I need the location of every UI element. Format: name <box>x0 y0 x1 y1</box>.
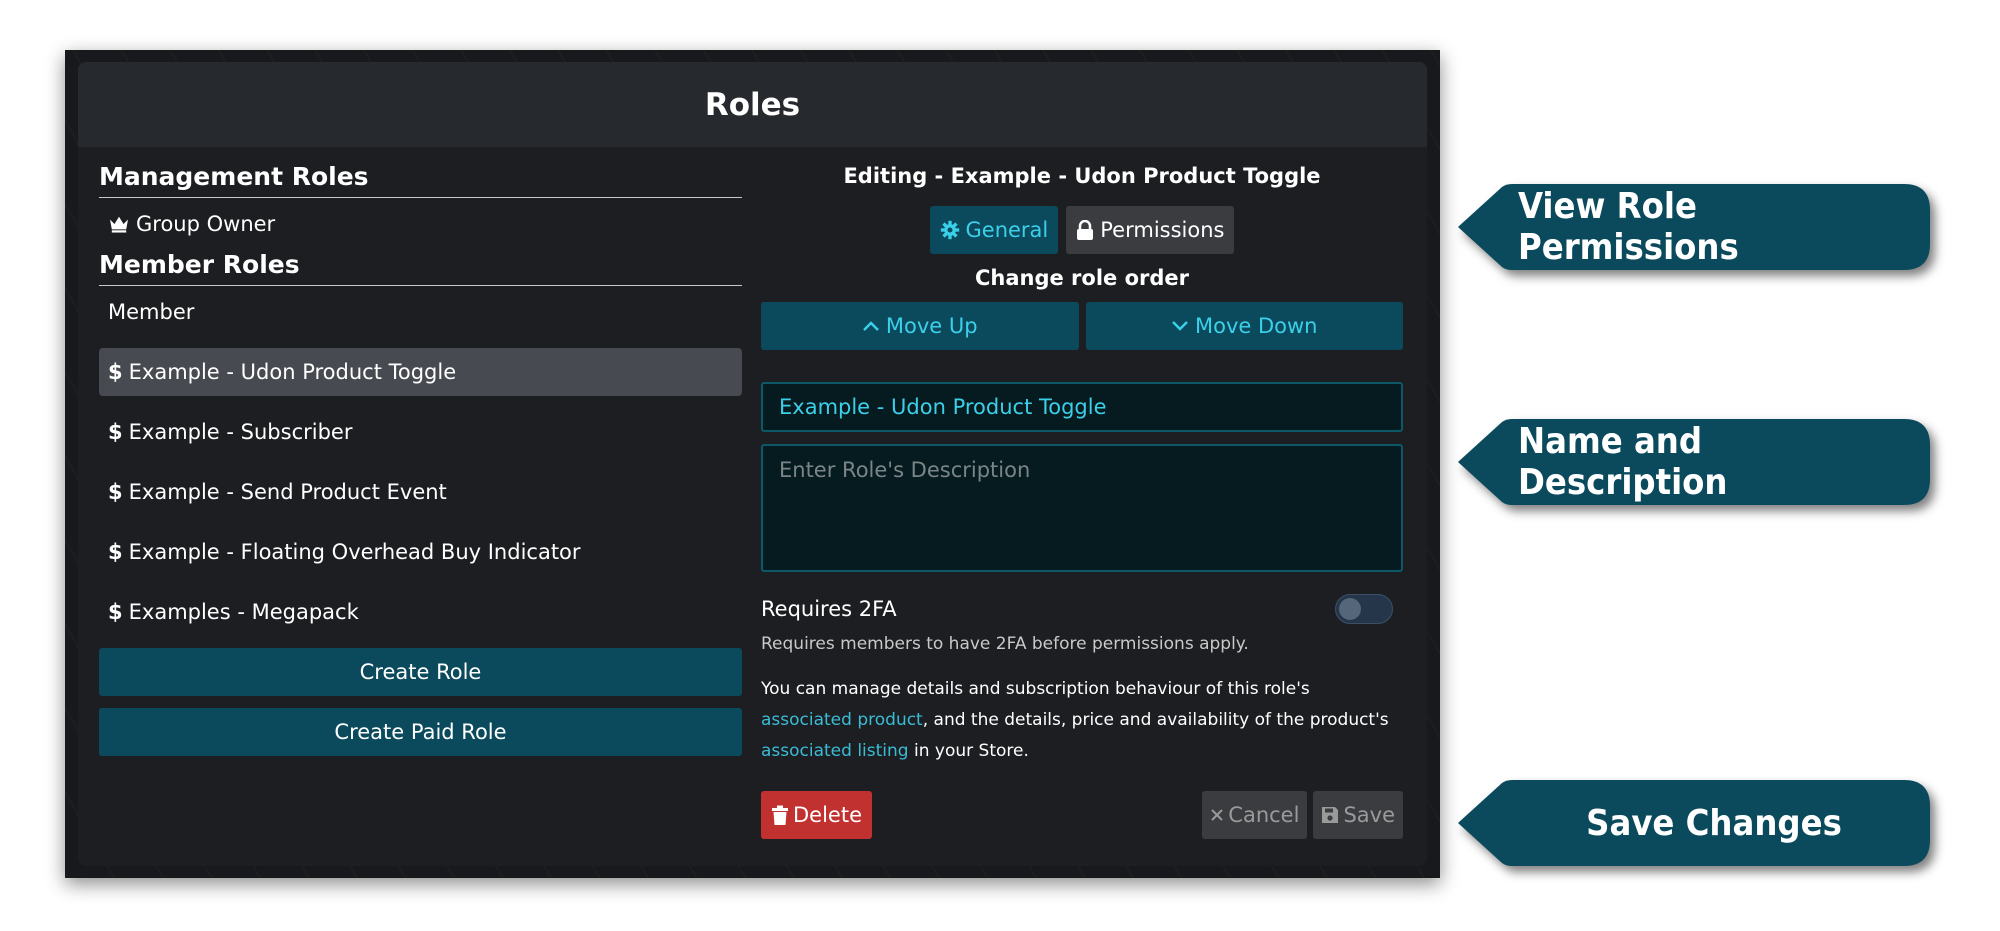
change-order-label: Change role order <box>974 266 1190 290</box>
info-text: , and the details, price and availabilit… <box>922 710 1389 730</box>
role-item-floating-overhead[interactable]: $ Example - Floating Overhead Buy Indica… <box>99 528 742 576</box>
role-label: Examples - Megapack <box>128 600 359 624</box>
delete-label: Delete <box>793 803 862 827</box>
role-label: Example - Floating Overhead Buy Indicato… <box>128 540 581 564</box>
order-buttons: Move Up Move Down <box>761 302 1403 350</box>
store-info-text: You can manage details and subscription … <box>761 674 1403 767</box>
roles-dialog: Roles Management Roles Group Owner Membe… <box>78 62 1427 866</box>
info-text: in your Store. <box>908 741 1029 761</box>
editor-tabs: General Permissions <box>761 206 1403 254</box>
save-button[interactable]: Save <box>1313 791 1403 839</box>
role-editor-panel: Editing - Example - Udon Product Toggle <box>761 160 1403 839</box>
callout-save-changes: Save Changes <box>1458 780 1930 866</box>
requires-2fa-toggle[interactable] <box>1335 594 1393 624</box>
tab-label: General <box>965 218 1049 242</box>
dollar-icon: $ <box>108 600 123 624</box>
editor-actions: Delete Cancel Save <box>761 791 1403 839</box>
callout-text: Name and Description <box>1518 421 1728 503</box>
trash-icon <box>772 805 788 825</box>
gear-icon <box>940 220 959 240</box>
callout-name-and-description: Name and Description <box>1458 419 1930 505</box>
dollar-icon: $ <box>108 420 123 444</box>
move-up-label: Move Up <box>885 314 978 338</box>
callout-view-role-permissions: View Role Permissions <box>1458 184 1930 270</box>
editor-title: Editing - Example - Udon Product Toggle <box>843 164 1321 188</box>
role-item-subscriber[interactable]: $ Example - Subscriber <box>99 408 742 456</box>
role-item-member[interactable]: Member <box>99 288 742 336</box>
dollar-icon: $ <box>108 360 123 384</box>
tab-permissions[interactable]: Permissions <box>1066 206 1235 254</box>
crown-icon <box>110 216 128 233</box>
dialog-title: Roles <box>704 86 801 123</box>
member-roles-heading: Member Roles <box>99 250 742 286</box>
associated-listing-link[interactable]: associated listing <box>761 741 909 761</box>
roles-list-panel: Management Roles Group Owner Member Role… <box>99 162 742 756</box>
role-label: Example - Subscriber <box>128 420 353 444</box>
move-up-button[interactable]: Move Up <box>761 302 1079 350</box>
callout-text: Save Changes <box>1586 802 1842 844</box>
management-roles-heading: Management Roles <box>99 162 742 198</box>
info-text: You can manage details and subscription … <box>761 679 1310 699</box>
chevron-up-icon <box>863 321 879 331</box>
move-down-label: Move Down <box>1195 314 1318 338</box>
role-label: Member <box>108 300 195 324</box>
toggle-knob <box>1339 598 1361 620</box>
role-label: Group Owner <box>136 212 276 236</box>
dialog-header: Roles <box>78 62 1427 147</box>
lock-icon <box>1077 220 1094 240</box>
save-label: Save <box>1343 803 1395 827</box>
save-cancel-group: Cancel Save <box>1202 791 1403 839</box>
role-description-input[interactable]: Enter Role's Description <box>761 444 1403 572</box>
role-item-send-product-event[interactable]: $ Example - Send Product Event <box>99 468 742 516</box>
role-label: Example - Udon Product Toggle <box>128 360 457 384</box>
floppy-disk-icon <box>1322 807 1339 823</box>
associated-product-link[interactable]: associated product <box>761 710 923 730</box>
role-name-input[interactable]: Example - Udon Product Toggle <box>761 382 1403 432</box>
tab-label: Permissions <box>1100 218 1225 242</box>
create-role-button[interactable]: Create Role <box>99 648 742 696</box>
role-item-group-owner[interactable]: Group Owner <box>99 200 742 248</box>
requires-2fa-row: Requires 2FA <box>761 594 1403 624</box>
roles-window: Roles Management Roles Group Owner Membe… <box>65 50 1440 878</box>
dollar-icon: $ <box>108 540 123 564</box>
cancel-button[interactable]: Cancel <box>1202 791 1308 839</box>
requires-2fa-help: Requires members to have 2FA before perm… <box>761 634 1249 654</box>
move-down-button[interactable]: Move Down <box>1085 302 1403 350</box>
close-icon <box>1211 809 1224 821</box>
role-label: Example - Send Product Event <box>128 480 447 504</box>
cancel-label: Cancel <box>1228 803 1300 827</box>
chevron-down-icon <box>1172 321 1188 331</box>
callout-text: View Role Permissions <box>1518 186 1739 268</box>
create-paid-role-button[interactable]: Create Paid Role <box>99 708 742 756</box>
requires-2fa-label: Requires 2FA <box>761 597 897 621</box>
tab-general[interactable]: General <box>929 206 1059 254</box>
role-item-megapack[interactable]: $ Examples - Megapack <box>99 588 742 636</box>
role-item-udon-product-toggle[interactable]: $ Example - Udon Product Toggle <box>99 348 742 396</box>
dollar-icon: $ <box>108 480 123 504</box>
delete-button[interactable]: Delete <box>761 791 872 839</box>
